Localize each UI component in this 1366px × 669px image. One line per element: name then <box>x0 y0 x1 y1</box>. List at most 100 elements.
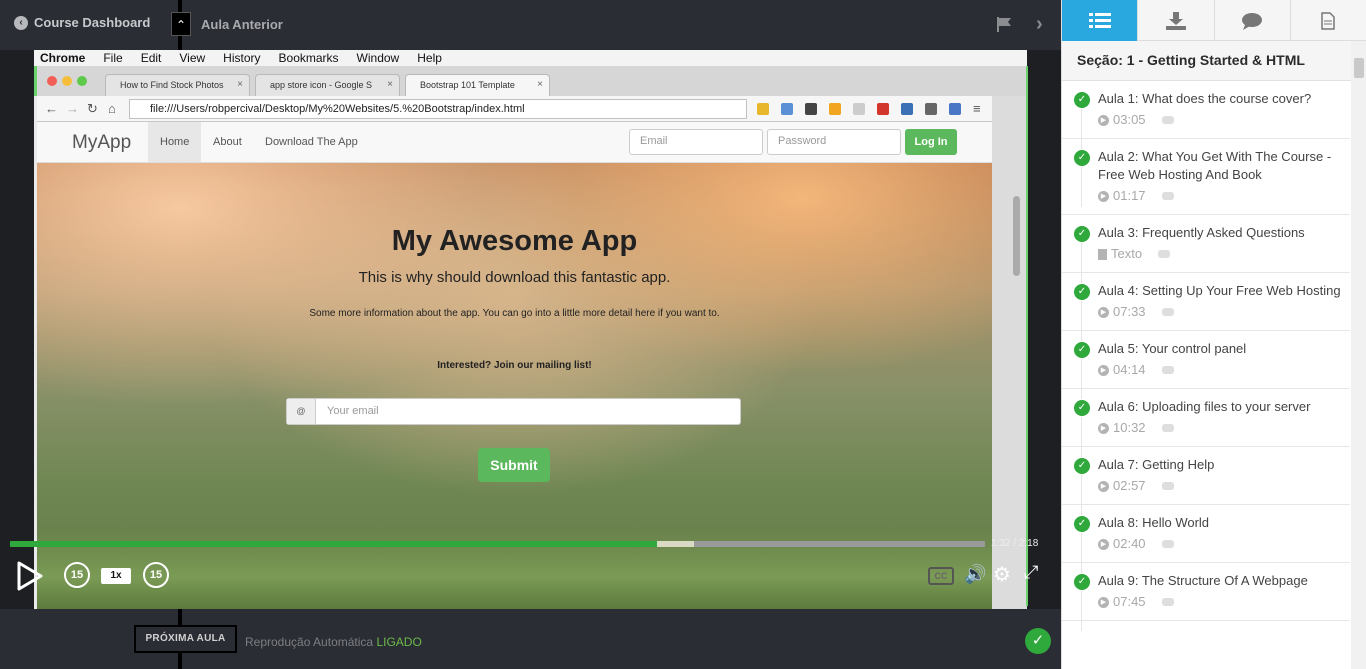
lesson-item[interactable]: ✓ Aula 1: What does the course cover? ▶ 0… <box>1062 81 1350 149</box>
recording-edge <box>1026 66 1028 606</box>
url-bar: file:///Users/robpercival/Desktop/My%20W… <box>129 99 747 119</box>
extension-icon <box>757 103 769 115</box>
minimize-light-icon <box>62 76 72 86</box>
lesson-title: Aula 3: Frequently Asked Questions <box>1098 225 1305 240</box>
playback-speed-button[interactable]: 1x <box>101 568 131 584</box>
next-lesson-button[interactable]: PRÓXIMA AULA <box>134 625 237 653</box>
lesson-item[interactable]: ✓ Aula 5: Your control panel ▶ 04:14 <box>1062 331 1350 399</box>
chevron-up-icon: ⌃ <box>175 18 187 32</box>
play-circle-icon: ▶ <box>1098 480 1109 492</box>
lesson-meta: ▶ 01:17 <box>1098 187 1342 205</box>
browser-scrollbar <box>992 96 1027 609</box>
rewind-15-button[interactable]: 15 <box>64 562 90 588</box>
site-brand: MyApp <box>72 132 132 153</box>
browser-toolbar: ← → ↻ ⌂ file:///Users/robpercival/Deskto… <box>37 96 992 122</box>
hero-info: Some more information about the app. You… <box>309 308 720 319</box>
menu-item: Window <box>356 51 400 65</box>
play-circle-icon: ▶ <box>1098 364 1109 376</box>
lesson-item[interactable]: ✓ Aula 4: Setting Up Your Free Web Hosti… <box>1062 273 1350 341</box>
lesson-item[interactable]: ✓ Aula 9: The Structure Of A Webpage ▶ 07… <box>1062 563 1350 631</box>
forward-15-button[interactable]: 15 <box>143 562 169 588</box>
close-light-icon <box>47 76 57 86</box>
mark-complete-button[interactable]: ✓ <box>1025 628 1051 654</box>
scrollbar-thumb[interactable] <box>1354 58 1364 78</box>
lesson-meta: ▶ 10:32 <box>1098 419 1342 437</box>
lesson-item[interactable]: ✓ Aula 2: What You Get With The Course -… <box>1062 139 1350 215</box>
previous-lesson-label[interactable]: Aula Anterior <box>201 17 283 32</box>
volume-icon[interactable]: 🔊 <box>964 564 986 585</box>
window-controls <box>47 76 87 86</box>
lesson-duration: 10:32 <box>1113 420 1146 435</box>
tab-downloads[interactable] <box>1138 0 1215 41</box>
captions-icon[interactable]: CC <box>928 567 954 585</box>
lesson-duration: 04:14 <box>1113 362 1146 377</box>
lesson-item[interactable]: ✓ Aula 6: Uploading files to your server… <box>1062 389 1350 457</box>
lesson-title: Aula 5: Your control panel <box>1098 341 1247 356</box>
hero-submit-button: Submit <box>478 448 550 482</box>
completed-check-icon: ✓ <box>1074 284 1090 300</box>
comment-icon <box>1161 116 1174 124</box>
extension-icon <box>829 103 841 115</box>
progress-bar[interactable] <box>10 541 985 547</box>
lesson-duration: 07:45 <box>1113 594 1146 609</box>
lesson-meta: ▶ 02:40 <box>1098 535 1342 553</box>
menu-item: Bookmarks <box>278 51 339 65</box>
top-bar: ‹ Course Dashboard ⌃ Aula Anterior › <box>0 0 1061 50</box>
lesson-duration: 03:05 <box>1113 112 1146 127</box>
scrollbar-thumb <box>1013 196 1020 276</box>
text-document-icon <box>1098 248 1107 260</box>
lesson-item[interactable]: ✓ Aula 8: Hello World ▶ 02:40 <box>1062 505 1350 573</box>
tab-notes[interactable] <box>1291 0 1366 41</box>
browser-tab-active: Bootstrap 101 Template × <box>405 74 550 96</box>
close-icon: × <box>537 79 543 90</box>
video-player[interactable]: Chrome File Edit View History Bookmarks … <box>0 50 1061 609</box>
hero-title: My Awesome App <box>391 225 638 257</box>
course-dashboard-link[interactable]: ‹ Course Dashboard <box>14 15 150 30</box>
fullscreen-icon[interactable]: ⤢ <box>1024 562 1038 583</box>
comment-icon <box>1158 250 1171 258</box>
current-time: 1:32 <box>991 538 1011 549</box>
tab-label: How to Find Stock Photos <box>120 80 224 90</box>
play-icon[interactable] <box>15 560 43 592</box>
previous-lesson-button[interactable]: ⌃ <box>171 12 191 36</box>
play-circle-icon: ▶ <box>1098 422 1109 434</box>
sidebar-scrollbar[interactable] <box>1351 41 1366 669</box>
comment-icon <box>1161 598 1174 606</box>
chat-icon <box>1242 12 1263 30</box>
lesson-duration: 02:40 <box>1113 536 1146 551</box>
comment-icon <box>1161 540 1174 548</box>
menu-item: Edit <box>140 51 162 65</box>
comment-icon <box>1161 424 1174 432</box>
menu-item: Chrome <box>40 51 86 65</box>
completed-check-icon: ✓ <box>1074 516 1090 532</box>
lesson-title: Aula 2: What You Get With The Course - F… <box>1098 149 1332 182</box>
play-circle-icon: ▶ <box>1098 538 1109 550</box>
extension-icon <box>877 103 889 115</box>
duration: 2:18 <box>1018 538 1039 549</box>
mac-menubar: Chrome File Edit View History Bookmarks … <box>34 50 1027 66</box>
timeline-stem <box>1081 591 1082 631</box>
comment-icon <box>1161 192 1174 200</box>
extension-icon <box>925 103 937 115</box>
next-lesson-chevron-icon[interactable]: › <box>1036 13 1043 36</box>
time-separator: / <box>1013 538 1017 549</box>
tab-discussions[interactable] <box>1215 0 1291 41</box>
gear-icon[interactable]: ⚙ <box>993 562 1011 587</box>
autoplay-toggle[interactable]: Reprodução Automática LIGADO <box>245 635 422 649</box>
hero-join-text: Interested? Join our mailing list! <box>437 360 592 371</box>
lesson-item[interactable]: ✓ Aula 7: Getting Help ▶ 02:57 <box>1062 447 1350 515</box>
course-player-app: ‹ Course Dashboard ⌃ Aula Anterior › Chr… <box>0 0 1366 669</box>
site-email-field: Email <box>629 129 763 155</box>
timeline-stem <box>1081 167 1082 207</box>
sidebar-tabs <box>1062 0 1366 41</box>
menu-item: File <box>103 51 123 65</box>
course-dashboard-label: Course Dashboard <box>34 15 151 30</box>
flag-icon[interactable] <box>995 15 1013 33</box>
site-navbar: MyApp Home About Download The App Email … <box>37 122 992 163</box>
menu-item: View <box>179 51 206 65</box>
lesson-item[interactable]: ✓ Aula 3: Frequently Asked Questions Tex… <box>1062 215 1350 283</box>
list-icon <box>1088 12 1111 28</box>
completed-check-icon: ✓ <box>1074 400 1090 416</box>
tab-curriculum[interactable] <box>1062 0 1139 41</box>
completed-check-icon: ✓ <box>1074 342 1090 358</box>
